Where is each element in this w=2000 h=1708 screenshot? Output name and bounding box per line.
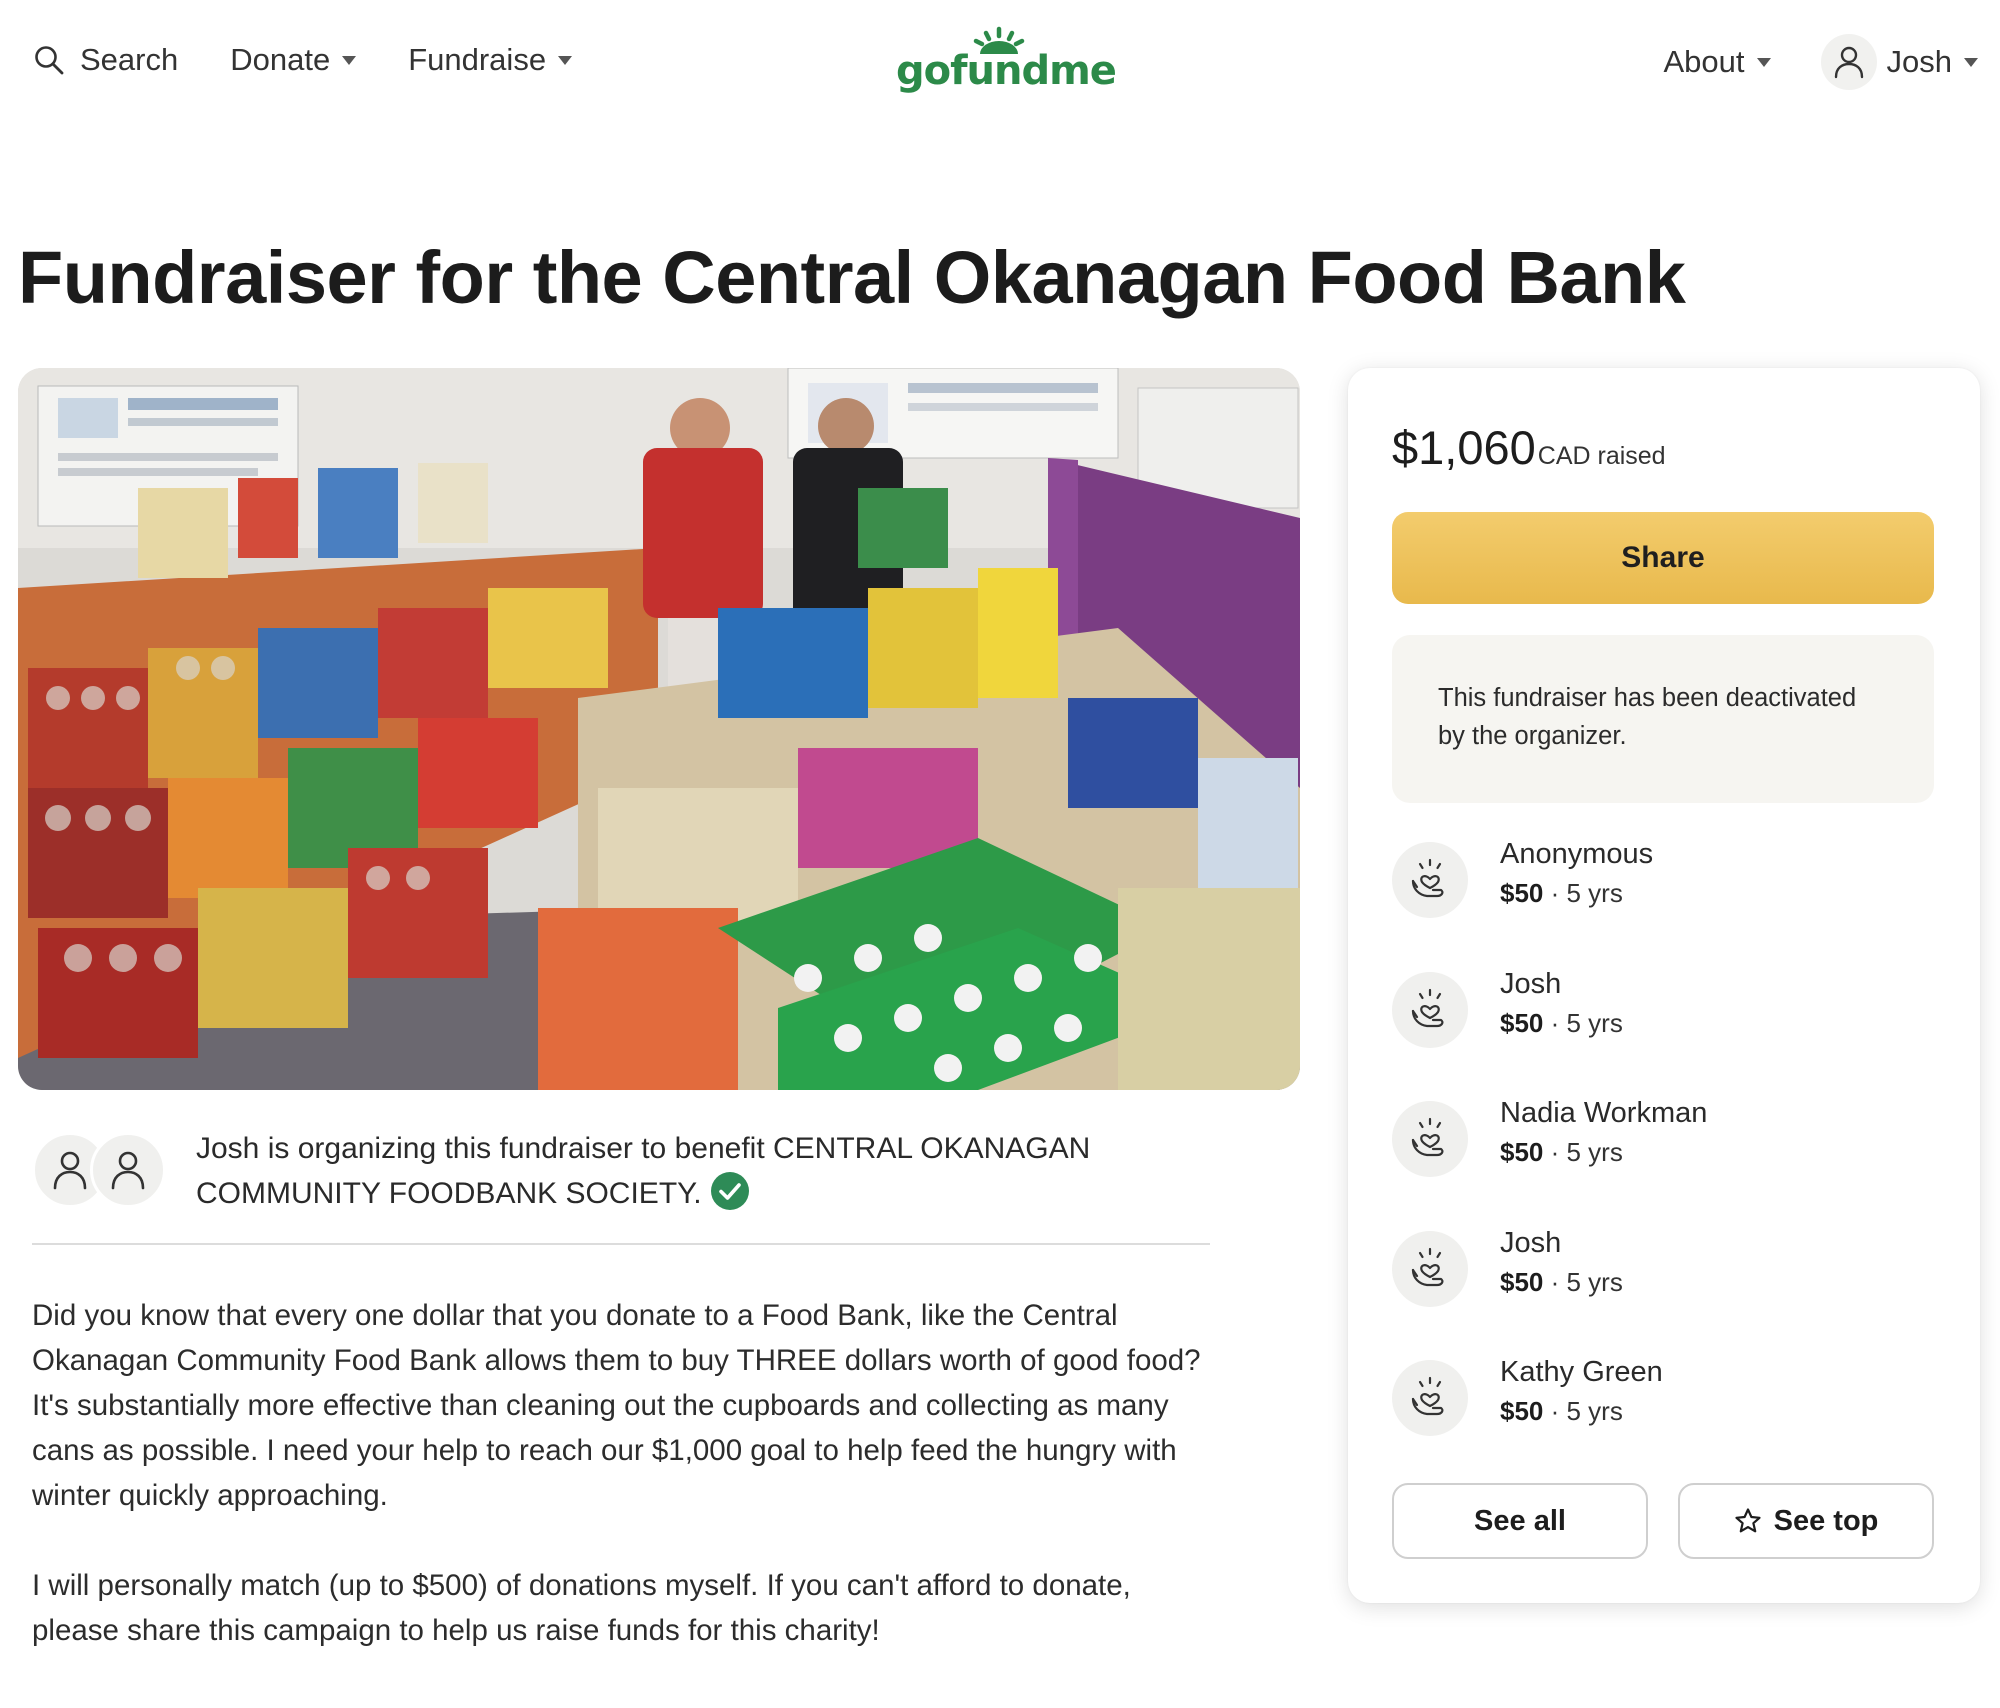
nav-left: Search Donate Fundraise xyxy=(32,42,624,78)
caret-down-icon xyxy=(558,55,573,65)
donation-item: Josh $50 · 5 yrs xyxy=(1392,968,1934,1098)
star-icon xyxy=(1735,1508,1761,1533)
heart-hands-icon xyxy=(1392,842,1468,918)
heart-hands-icon xyxy=(1392,1230,1468,1307)
donation-item: Josh $50 · 5 yrs xyxy=(1392,1227,1934,1357)
verified-check-icon xyxy=(710,1172,749,1210)
user-menu[interactable]: Josh xyxy=(1820,34,1978,90)
search-icon xyxy=(35,46,64,75)
nav-right: About Josh xyxy=(1664,34,1978,90)
donation-amount: $50 xyxy=(1500,878,1544,908)
amount-raised-value: $1,060 xyxy=(1392,421,1536,474)
deactivated-notice: This fundraiser has been deactivated by … xyxy=(1392,635,1934,803)
donor-name: Nadia Workman xyxy=(1500,1097,1708,1129)
user-name: Josh xyxy=(1886,44,1952,79)
share-button[interactable]: Share xyxy=(1392,512,1934,604)
avatar xyxy=(1820,34,1877,90)
donation-meta: $50 · 5 yrs xyxy=(1500,878,1623,908)
donation-amount: $50 xyxy=(1500,1266,1544,1297)
campaign-description: Did you know that every one dollar that … xyxy=(32,1293,1222,1698)
about-label: About xyxy=(1663,44,1745,79)
donate-menu[interactable]: Donate xyxy=(230,42,357,78)
donation-time: 5 yrs xyxy=(1566,1007,1623,1038)
avatar[interactable] xyxy=(90,1132,166,1208)
food-donation-photo xyxy=(18,368,1300,1090)
donation-meta: $50 · 5 yrs xyxy=(1500,1007,1623,1038)
description-paragraph: Did you know that every one dollar that … xyxy=(32,1299,1201,1512)
search-label: Search xyxy=(80,42,179,77)
top-navigation: Search Donate Fundraise gofundme About J… xyxy=(0,0,2000,130)
donation-time: 5 yrs xyxy=(1566,1396,1623,1426)
donor-name: Anonymous xyxy=(1500,838,1654,870)
donation-meta: $50 · 5 yrs xyxy=(1500,1396,1623,1426)
caret-down-icon xyxy=(1756,57,1771,67)
donation-amount: $50 xyxy=(1500,1007,1544,1038)
about-menu[interactable]: About xyxy=(1664,44,1771,80)
donation-amount: $50 xyxy=(1500,1396,1544,1426)
donation-meta: $50 · 5 yrs xyxy=(1500,1137,1623,1167)
heart-hands-icon xyxy=(1392,1360,1468,1436)
fundraise-label: Fundraise xyxy=(408,42,547,77)
donation-item: Nadia Workman $50 · 5 yrs xyxy=(1392,1097,1934,1227)
user-icon xyxy=(111,1151,145,1190)
donation-amount: $50 xyxy=(1500,1137,1544,1167)
campaign-photo[interactable] xyxy=(18,368,1300,1090)
caret-down-icon xyxy=(1964,57,1978,67)
donor-name: Josh xyxy=(1500,1226,1562,1259)
section-divider xyxy=(32,1243,1210,1245)
donor-name: Josh xyxy=(1500,967,1562,1000)
page-title: Fundraiser for the Central Okanagan Food… xyxy=(18,236,1686,319)
donation-time: 5 yrs xyxy=(1566,878,1623,908)
see-all-button[interactable]: See all xyxy=(1392,1483,1648,1559)
organizer-text: Josh is organizing this fundraiser to be… xyxy=(196,1132,1091,1210)
donation-item: Kathy Green $50 · 5 yrs xyxy=(1392,1356,1934,1486)
caret-down-icon xyxy=(342,55,357,65)
see-top-button[interactable]: See top xyxy=(1678,1483,1934,1559)
donor-name: Kathy Green xyxy=(1500,1356,1663,1388)
recent-donations-list: Anonymous $50 · 5 yrs Josh $50 · 5 yrs N… xyxy=(1392,838,1934,1486)
gofundme-logo[interactable]: gofundme xyxy=(896,26,1117,100)
user-icon xyxy=(1834,46,1863,79)
donation-sidebar-card: $1,060CAD raised Share This fundraiser h… xyxy=(1348,368,1980,1603)
organizer-avatars xyxy=(32,1132,168,1208)
donation-time: 5 yrs xyxy=(1566,1137,1623,1167)
logo-text: gofundme xyxy=(896,48,1117,94)
organizer-text-block: Josh is organizing this fundraiser to be… xyxy=(196,1126,1176,1216)
donation-item: Anonymous $50 · 5 yrs xyxy=(1392,838,1934,968)
search-link[interactable]: Search xyxy=(32,42,178,78)
currency-label: CAD raised xyxy=(1537,442,1666,470)
amount-raised: $1,060CAD raised xyxy=(1392,420,1666,475)
see-all-label: See all xyxy=(1474,1504,1566,1537)
heart-hands-icon xyxy=(1392,971,1468,1048)
heart-hands-icon xyxy=(1392,1101,1468,1177)
user-icon xyxy=(53,1151,87,1190)
donation-time: 5 yrs xyxy=(1566,1266,1623,1297)
donate-label: Donate xyxy=(230,42,331,77)
fundraise-menu[interactable]: Fundraise xyxy=(408,42,573,78)
see-top-label: See top xyxy=(1773,1504,1879,1537)
description-paragraph: I will personally match (up to $500) of … xyxy=(32,1569,1131,1647)
donation-meta: $50 · 5 yrs xyxy=(1500,1266,1623,1297)
